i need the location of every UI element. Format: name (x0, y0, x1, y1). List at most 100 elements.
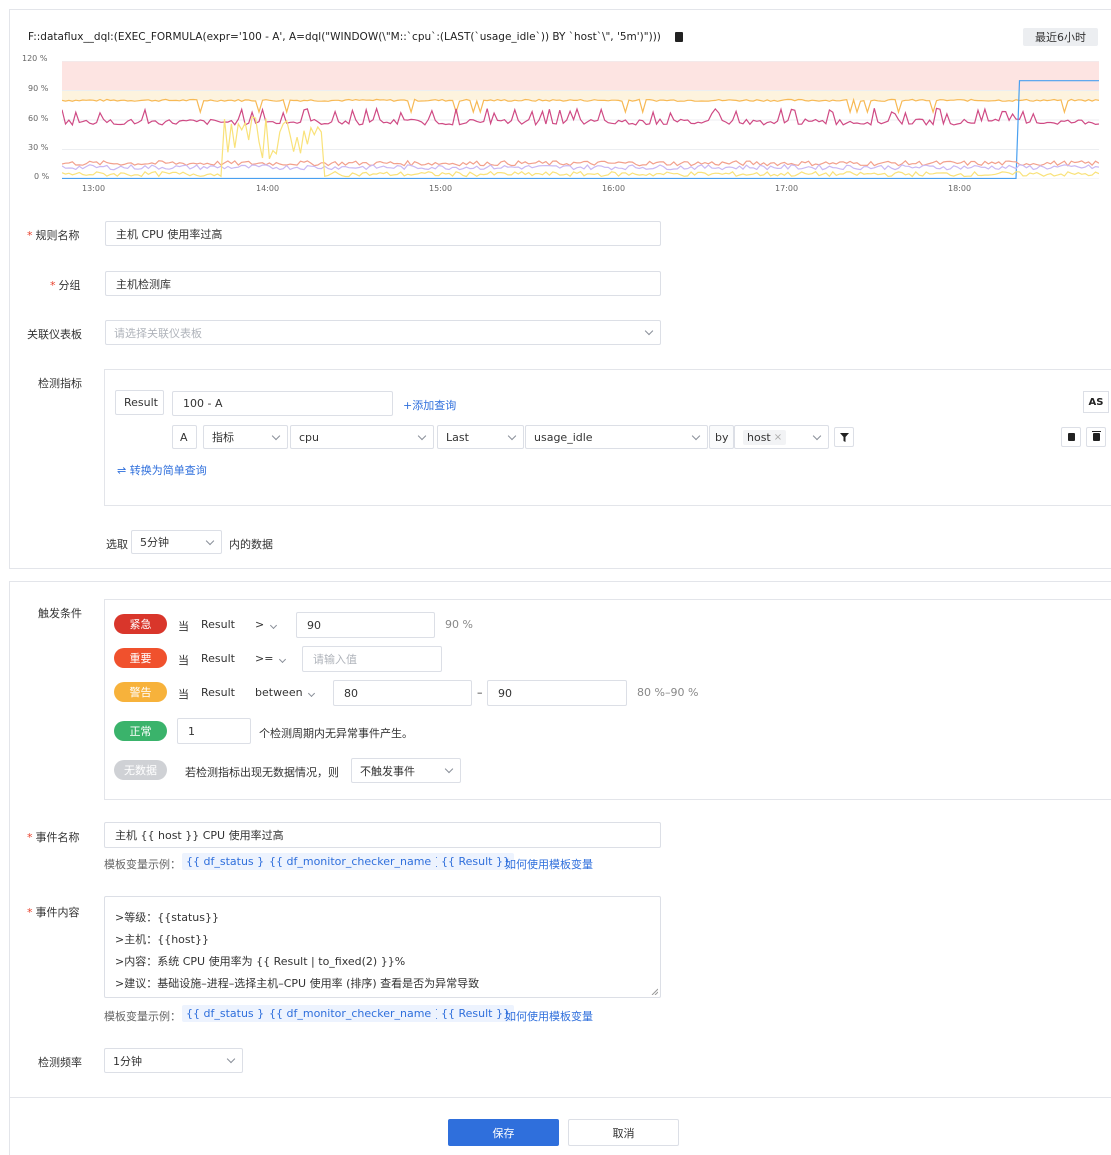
y-tick: 60 % (28, 114, 49, 123)
frequency-value: 1分钟 (113, 1054, 142, 1068)
warning-hint: 80 %–90 % (637, 686, 699, 699)
critical-result: Result (201, 618, 235, 631)
template-var[interactable]: {{ df_monitor_checker_name }} (265, 1005, 453, 1022)
group-input[interactable]: 主机检测库 (105, 271, 661, 296)
chevron-down-icon (812, 431, 822, 440)
nodata-select[interactable]: 不触发事件 (351, 758, 461, 783)
line-chart (62, 61, 1099, 179)
copy-query-button[interactable] (1061, 427, 1081, 447)
critical-tag: 紧急 (114, 614, 167, 634)
dashboard-placeholder: 请选择关联仪表板 (114, 326, 202, 340)
rule-name-input[interactable]: 主机 CPU 使用率过高 (105, 221, 661, 246)
query-a-func-select[interactable]: Last (437, 425, 524, 449)
series-line (62, 159, 1099, 167)
cancel-button[interactable]: 取消 (568, 1119, 679, 1146)
x-tick: 13:00 (82, 184, 106, 193)
delete-query-button[interactable] (1086, 427, 1106, 447)
result-expr-input[interactable]: 100 - A (172, 391, 393, 416)
critical-op-select[interactable]: > (255, 618, 277, 631)
critical-op: > (255, 618, 265, 631)
window-select[interactable]: 5分钟 (131, 530, 222, 554)
normal-text: 个检测周期内无异常事件产生。 (259, 727, 413, 740)
query-a-measurement: cpu (299, 430, 320, 444)
filter-button[interactable] (834, 427, 854, 447)
warning-dash: – (477, 686, 483, 699)
template-var[interactable]: {{ df_status }} (182, 853, 276, 870)
query-a-type-select[interactable]: 指标 (203, 425, 288, 449)
chevron-down-icon (417, 431, 427, 440)
warning-tag: 警告 (114, 682, 167, 702)
query-a-measurement-select[interactable]: cpu (290, 425, 434, 449)
by-tag[interactable]: host × (743, 429, 787, 445)
copy-icon (1067, 433, 1075, 441)
warning-from-input[interactable]: 80 (333, 680, 472, 706)
save-button[interactable]: 保存 (448, 1119, 559, 1146)
query-a-type: 指标 (212, 431, 234, 444)
event-name-label: * 事件名称 (27, 831, 80, 844)
important-result: Result (201, 652, 235, 665)
frequency-label: 检测频率 (38, 1056, 82, 1069)
query-a-field: usage_idle (534, 430, 593, 444)
rule-name-label: * 规则名称 (27, 229, 80, 242)
threshold-band (62, 61, 1099, 91)
x-tick: 16:00 (602, 184, 626, 193)
critical-when: 当 (178, 620, 189, 633)
trash-icon (1091, 431, 1101, 441)
event-name-input[interactable]: 主机 {{ host }} CPU 使用率过高 (104, 822, 661, 848)
window-prefix: 选取 (106, 538, 128, 551)
y-axis-labels: 120 % 90 % 60 % 30 % 0 % (22, 54, 60, 184)
nodata-select-value: 不触发事件 (360, 764, 415, 778)
series-line (62, 97, 1099, 115)
result-label-box: Result (115, 390, 164, 415)
warning-result: Result (201, 686, 235, 699)
x-tick: 14:00 (256, 184, 280, 193)
dashboard-label: 关联仪表板 (27, 328, 82, 341)
x-tick: 17:00 (775, 184, 799, 193)
time-range-button[interactable]: 最近6小时 (1023, 28, 1098, 46)
dashboard-select[interactable]: 请选择关联仪表板 (105, 320, 661, 345)
chevron-down-icon (205, 536, 215, 545)
series-line (62, 106, 1099, 127)
chevron-down-icon (226, 1054, 236, 1064)
copy-icon[interactable] (675, 32, 683, 42)
warning-to-input[interactable]: 90 (487, 680, 627, 706)
event-content-textarea[interactable]: >等级：{{status}} >主机：{{host}} >内容：系统 CPU 使… (104, 896, 661, 998)
critical-hint: 90 % (445, 618, 473, 631)
switch-simple-link[interactable]: ⇌ 转换为简单查询 (117, 462, 207, 478)
important-value-input[interactable]: 请输入值 (302, 646, 442, 672)
template-help-link[interactable]: 如何使用模板变量 (505, 856, 593, 872)
switch-simple-label: 转换为简单查询 (129, 464, 207, 477)
template-var[interactable]: {{ df_status }} (182, 1005, 276, 1022)
event-name-vars-prefix: 模板变量示例： (104, 858, 181, 871)
template-var[interactable]: {{ Result }} (437, 853, 514, 870)
filter-icon (839, 432, 849, 442)
normal-value-input[interactable]: 1 (177, 718, 251, 744)
nodata-text: 若检测指标出现无数据情况，则 (185, 766, 339, 779)
content-line: >内容：系统 CPU 使用率为 {{ Result | to_fixed(2) … (115, 955, 406, 968)
frequency-select[interactable]: 1分钟 (104, 1048, 243, 1073)
resize-handle-icon[interactable] (651, 988, 658, 995)
query-a-field-select[interactable]: usage_idle (525, 425, 708, 449)
chevron-down-icon (691, 431, 701, 440)
query-string: F::dataflux__dql:(EXEC_FORMULA(expr='100… (28, 31, 661, 43)
important-op: >= (255, 652, 274, 665)
y-tick: 30 % (28, 143, 49, 152)
series-line (62, 163, 1099, 171)
as-button[interactable]: AS (1083, 391, 1109, 413)
chevron-down-icon (278, 655, 286, 664)
template-var[interactable]: {{ df_monitor_checker_name }} (265, 853, 453, 870)
template-help-link[interactable]: 如何使用模板变量 (505, 1008, 593, 1024)
add-query-link[interactable]: +添加查询 (403, 397, 456, 413)
query-a-by: by (709, 425, 734, 449)
warning-op-select[interactable]: between (255, 686, 316, 699)
chevron-down-icon (271, 431, 281, 440)
query-a-func: Last (446, 430, 469, 444)
critical-value-input[interactable]: 90 (296, 612, 435, 638)
template-var[interactable]: {{ Result }} (437, 1005, 514, 1022)
important-op-select[interactable]: >= (255, 652, 286, 665)
query-a-by-select[interactable]: host × (734, 425, 829, 449)
metric-label: 检测指标 (38, 377, 82, 390)
swap-icon: ⇌ (117, 464, 130, 477)
x-tick: 18:00 (948, 184, 972, 193)
tag-close-icon[interactable]: × (774, 432, 782, 443)
